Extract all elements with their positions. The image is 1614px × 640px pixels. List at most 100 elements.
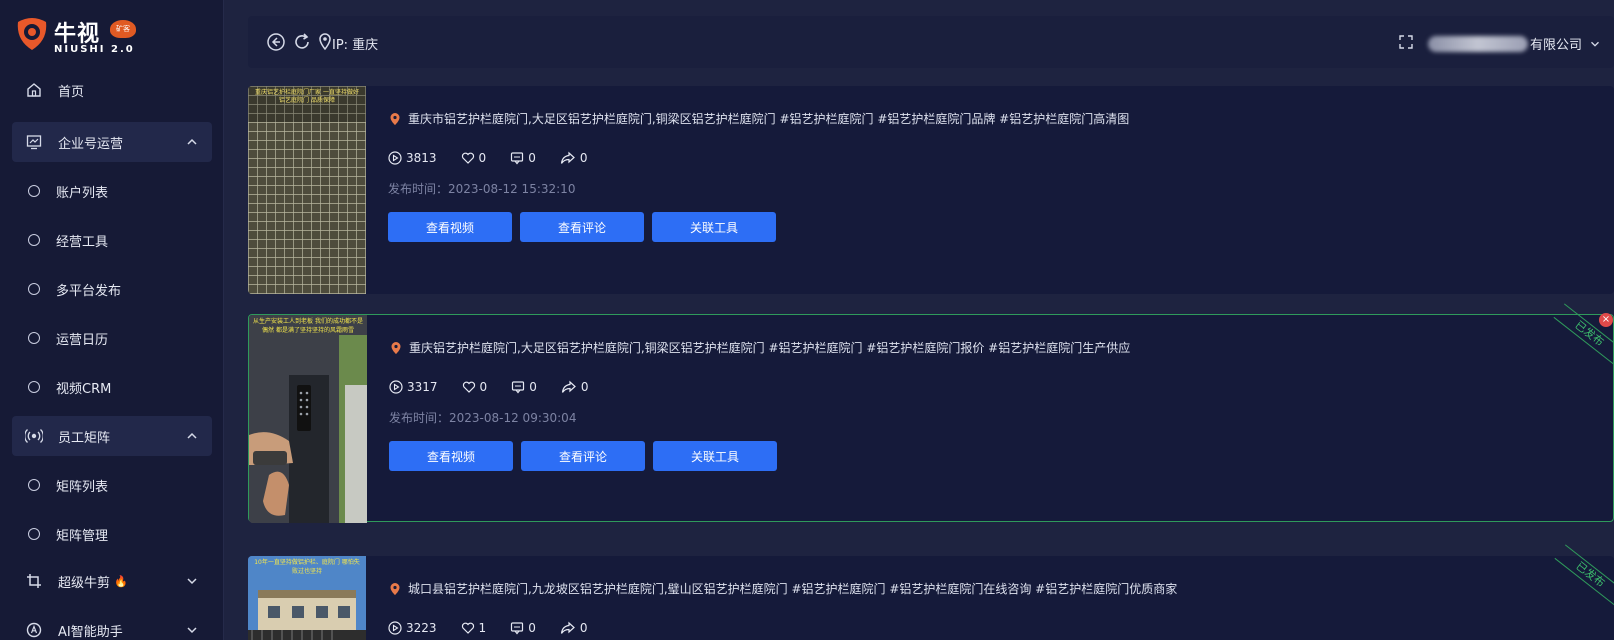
sidebar-item-multi-platform-publish[interactable]: 多平台发布 — [12, 269, 212, 309]
circle-icon — [28, 234, 40, 246]
chevron-down-icon — [187, 627, 197, 634]
sidebar-item-label: AI智能助手 — [58, 624, 123, 640]
play-count-icon — [389, 380, 403, 394]
sidebar-item-label: 矩阵列表 — [56, 479, 109, 495]
location-pin-icon — [390, 112, 400, 125]
published-status-ribbon: 已发布 — [1554, 544, 1614, 606]
thumbnail-caption: 重庆铝艺护栏庭院门厂家 一直坚持做好铝艺庭院门 品质保障 — [255, 89, 359, 104]
comment-count: 0 — [528, 151, 536, 165]
sidebar-item-matrix-list[interactable]: 矩阵列表 — [12, 465, 212, 505]
view-count: 3813 — [406, 151, 437, 165]
sidebar-item-label: 多平台发布 — [56, 283, 122, 299]
like-count: 0 — [479, 380, 488, 394]
video-stats: 3317 0 0 0 — [389, 380, 612, 394]
video-title[interactable]: 重庆铝艺护栏庭院门,大足区铝艺护栏庭院门,铜梁区铝艺护栏庭院门 #铝艺护栏庭院门… — [409, 339, 1130, 356]
sidebar-item-label: 员工矩阵 — [58, 430, 111, 446]
like-count: 1 — [478, 621, 487, 635]
sidebar-item-account-list[interactable]: 账户列表 — [12, 171, 212, 211]
comment-icon — [511, 622, 524, 635]
video-stats: 3223 1 0 0 — [388, 621, 611, 635]
brand-logo[interactable]: 牛视 矿客 NIUSHI 2.0 — [14, 14, 204, 60]
heart-icon — [461, 622, 474, 634]
back-icon[interactable] — [266, 32, 286, 52]
publish-time: 发布时间：2023-08-12 15:32:10 — [388, 182, 576, 196]
sidebar-item-label: 企业号运营 — [58, 136, 124, 152]
view-video-button[interactable]: 查看视频 — [389, 441, 513, 471]
link-tool-button[interactable]: 关联工具 — [652, 212, 776, 242]
circle-icon — [28, 283, 40, 295]
thumbnail-caption: 10年一直坚持做铝护栏、庭院门 哪怕失败过也坚持 — [254, 559, 360, 575]
mesh-screen-image — [248, 86, 366, 294]
sidebar-group-enterprise-ops[interactable]: 企业号运营 — [12, 122, 212, 162]
video-thumbnail[interactable]: 从生产安装工人到老板 我们的成功都不是偶然 都是满了坚持坚持的风霜雨雪 — [249, 315, 367, 523]
comment-icon — [512, 381, 525, 394]
circle-icon — [28, 479, 40, 491]
comment-count: 0 — [528, 621, 536, 635]
home-icon — [24, 80, 44, 100]
video-card: 重庆铝艺护栏庭院门厂家 一直坚持做好铝艺庭院门 品质保障 重庆市铝艺护栏庭院门,… — [248, 86, 1614, 294]
chevron-up-icon — [187, 432, 197, 439]
location-pin-icon — [319, 33, 331, 51]
video-title[interactable]: 重庆市铝艺护栏庭院门,大足区铝艺护栏庭院门,铜梁区铝艺护栏庭院门 #铝艺护栏庭院… — [408, 110, 1129, 127]
sidebar-item-label: 账户列表 — [56, 185, 109, 201]
chevron-down-icon — [187, 578, 197, 585]
video-thumbnail[interactable]: 重庆铝艺护栏庭院门厂家 一直坚持做好铝艺庭院门 品质保障 — [248, 86, 366, 294]
view-video-button[interactable]: 查看视频 — [388, 212, 512, 242]
publish-time: 发布时间：2023-08-12 09:30:04 — [389, 411, 577, 425]
comment-count: 0 — [529, 380, 537, 394]
sidebar-group-staff-matrix[interactable]: 员工矩阵 — [12, 416, 212, 456]
fire-icon: 🔥 — [114, 574, 128, 588]
brand-badge: 矿客 — [110, 20, 136, 38]
thumbnail-caption: 从生产安装工人到老板 我们的成功都不是偶然 都是满了坚持坚持的风霜雨雪 — [253, 318, 363, 334]
sidebar: 牛视 矿客 NIUSHI 2.0 首页 企业号运营 账户列表 经营工具 多平台发… — [0, 0, 224, 640]
sidebar-item-ops-calendar[interactable]: 运营日历 — [12, 318, 212, 358]
sidebar-item-label: 视频CRM — [56, 381, 112, 397]
share-icon — [561, 380, 576, 393]
share-icon — [560, 621, 575, 634]
close-icon[interactable]: × — [1599, 313, 1613, 327]
crop-icon — [24, 571, 44, 591]
heart-icon — [461, 152, 474, 164]
play-count-icon — [388, 151, 402, 165]
company-selector[interactable]: 有限公司 — [1428, 34, 1602, 53]
chevron-down-icon — [1591, 41, 1599, 47]
circle-icon — [28, 381, 40, 393]
view-count: 3223 — [406, 621, 437, 635]
sidebar-item-ai-assistant[interactable]: AI智能助手 — [12, 610, 212, 640]
video-title[interactable]: 城口县铝艺护栏庭院门,九龙坡区铝艺护栏庭院门,璧山区铝艺护栏庭院门 #铝艺护栏庭… — [408, 580, 1177, 597]
share-count: 0 — [579, 621, 588, 635]
sidebar-item-label: 首页 — [58, 84, 85, 100]
sidebar-item-label: 运营日历 — [56, 332, 109, 348]
company-name-suffix: 有限公司 — [1530, 38, 1583, 53]
top-header: IP: 重庆 有限公司 — [248, 16, 1614, 68]
brand-sub: NIUSHI 2.0 — [54, 44, 135, 55]
sidebar-item-label: 矩阵管理 — [56, 528, 109, 544]
fullscreen-icon[interactable] — [1398, 32, 1414, 52]
view-count: 3317 — [407, 380, 438, 394]
circle-icon — [28, 528, 40, 540]
monitor-chart-icon — [24, 132, 44, 152]
chevron-up-icon — [187, 138, 197, 145]
refresh-icon[interactable] — [292, 32, 312, 52]
circle-icon — [28, 332, 40, 344]
view-comments-button[interactable]: 查看评论 — [521, 441, 645, 471]
link-tool-button[interactable]: 关联工具 — [653, 441, 777, 471]
sidebar-item-home[interactable]: 首页 — [12, 70, 212, 110]
video-thumbnail[interactable]: 10年一直坚持做铝护栏、庭院门 哪怕失败过也坚持 — [248, 556, 366, 640]
sidebar-item-super-editor[interactable]: 超级牛剪 🔥 — [12, 561, 212, 601]
sidebar-item-label: 经营工具 — [56, 234, 109, 250]
door-lock-installation-image — [249, 315, 367, 523]
sidebar-item-video-crm[interactable]: 视频CRM — [12, 367, 212, 407]
sidebar-item-label: 超级牛剪 — [58, 575, 111, 591]
sidebar-item-matrix-manage[interactable]: 矩阵管理 — [12, 514, 212, 554]
location-pin-icon — [390, 582, 400, 595]
location-pin-icon — [391, 341, 401, 354]
circle-icon — [28, 185, 40, 197]
comment-icon — [511, 152, 524, 165]
sidebar-item-business-tools[interactable]: 经营工具 — [12, 220, 212, 260]
play-count-icon — [388, 621, 402, 635]
broadcast-icon — [24, 426, 44, 446]
view-comments-button[interactable]: 查看评论 — [520, 212, 644, 242]
share-icon — [560, 151, 575, 164]
video-card: 10年一直坚持做铝护栏、庭院门 哪怕失败过也坚持 城口县铝艺护栏庭院门,九龙坡区… — [248, 544, 1614, 640]
